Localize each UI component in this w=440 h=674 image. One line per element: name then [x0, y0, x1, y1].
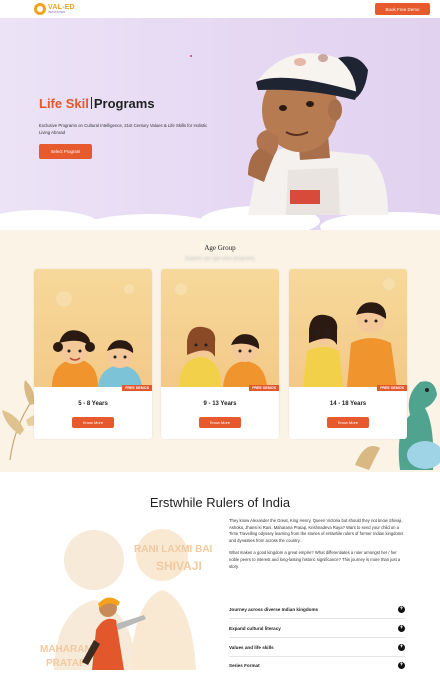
- plus-icon[interactable]: +: [398, 644, 405, 651]
- card-image: [34, 269, 152, 387]
- plus-icon[interactable]: +: [398, 661, 405, 669]
- accordion-label: Journey across diverse Indian kingdoms: [229, 607, 319, 612]
- rulers-paragraph: What makes a good kingdom a great empire…: [229, 550, 401, 569]
- age-group-title: Age Group: [204, 244, 236, 252]
- accordion-item[interactable]: Values and life skills +: [229, 639, 405, 657]
- teens-illustration: [303, 278, 397, 387]
- hero-section: Life Skil Programs Exclusive Programs on …: [0, 18, 440, 230]
- logo-icon: [34, 3, 46, 15]
- select-program-button[interactable]: Select Program: [39, 144, 92, 159]
- logo[interactable]: VAL-ED INITIATIVES: [34, 3, 75, 15]
- card-image: [289, 269, 407, 387]
- accordion-item[interactable]: Journey across diverse Indian kingdoms +: [229, 601, 405, 619]
- typing-cursor: [90, 97, 92, 109]
- cloud-decoration: [80, 214, 220, 230]
- art-text: PRATAP: [46, 658, 86, 669]
- site-header: VAL-ED INITIATIVES Book Free Demo: [0, 0, 440, 18]
- age-group-section: Age Group Explore our age-wise programs …: [0, 230, 440, 472]
- art-text: RANI LAXMI BAI: [134, 544, 212, 555]
- hero-description: Exclusive Programs on Cultural Intellige…: [39, 123, 208, 135]
- art-text: SHIVAJI: [156, 559, 202, 573]
- accordion-item[interactable]: Series Format +: [229, 656, 405, 674]
- card-years: 9 - 13 Years: [203, 401, 237, 407]
- rulers-title: Erstwhile Rulers of India: [149, 495, 291, 510]
- hero-title-accent: Life Skil: [39, 96, 89, 111]
- logo-sub: INITIATIVES: [48, 10, 65, 14]
- age-card-5-8[interactable]: FREE DEMOS 5 - 8 Years Know More: [34, 269, 152, 439]
- card-years: 14 - 18 Years: [329, 401, 367, 407]
- boy-photo: [248, 53, 388, 215]
- free-demo-badge: FREE DEMOS: [249, 385, 279, 391]
- rulers-paragraph: They know Alexander the Great, King Henr…: [229, 518, 404, 543]
- kids-illustration: [52, 284, 142, 387]
- accordion-label: Series Format: [229, 662, 260, 668]
- dot-decoration: [190, 55, 192, 57]
- plus-icon[interactable]: +: [398, 625, 405, 632]
- age-card-14-18[interactable]: FREE DEMOS 14 - 18 Years Know More: [289, 269, 407, 439]
- book-demo-button[interactable]: Book Free Demo: [375, 3, 430, 15]
- hero-title-rest: Programs: [93, 96, 155, 111]
- free-demo-badge: FREE DEMOS: [377, 385, 407, 391]
- free-demo-badge: FREE DEMOS: [122, 385, 152, 391]
- accordion-label: Expand cultural literacy: [229, 626, 281, 631]
- rulers-description: They know Alexander the Great, King Henr…: [229, 518, 407, 576]
- accordion-label: Values and life skills: [229, 645, 274, 650]
- hero-title: Life Skil Programs: [39, 96, 155, 111]
- know-more-button[interactable]: Know More: [199, 417, 241, 428]
- kids-illustration: [175, 283, 267, 387]
- know-more-button[interactable]: Know More: [327, 417, 369, 428]
- know-more-button[interactable]: Know More: [72, 417, 114, 428]
- card-image: [161, 269, 279, 387]
- accordion-item[interactable]: Expand cultural literacy +: [229, 620, 405, 638]
- rulers-illustration: RANI LAXMI BAI SHIVAJI MAHARANA PRATAP: [40, 529, 212, 670]
- card-years: 5 - 8 Years: [78, 401, 108, 407]
- plus-icon[interactable]: +: [398, 606, 405, 613]
- age-card-9-13[interactable]: FREE DEMOS 9 - 13 Years Know More: [161, 269, 279, 439]
- age-group-subtitle: Explore our age-wise programs: [185, 256, 255, 262]
